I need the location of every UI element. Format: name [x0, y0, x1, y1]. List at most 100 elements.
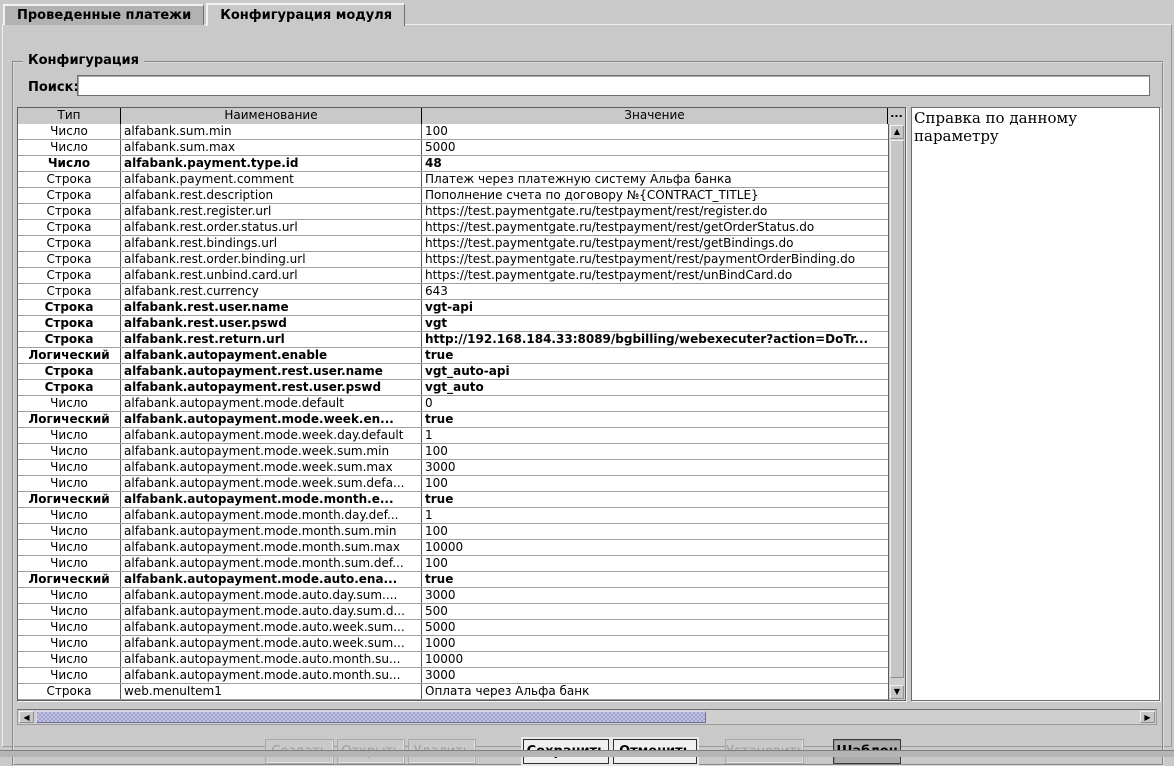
cell-type: Строка — [18, 220, 121, 235]
cell-value: 100 — [422, 124, 888, 139]
table-row[interactable]: Строкаalfabank.rest.return.urlhttp://192… — [18, 332, 888, 348]
cell-name: alfabank.autopayment.mode.week.sum.min — [121, 444, 422, 459]
cell-value: https://test.paymentgate.ru/testpayment/… — [422, 252, 888, 267]
cell-type: Число — [18, 668, 121, 683]
table-row[interactable]: Числоalfabank.autopayment.mode.week.sum.… — [18, 460, 888, 476]
table-row[interactable]: Числоalfabank.autopayment.mode.month.sum… — [18, 556, 888, 572]
table-row[interactable]: Логическийalfabank.autopayment.mode.week… — [18, 412, 888, 428]
cell-type: Число — [18, 636, 121, 651]
table-row[interactable]: Числоalfabank.autopayment.mode.week.sum.… — [18, 444, 888, 460]
cell-type: Строка — [18, 252, 121, 267]
vertical-scrollbar[interactable]: ▲ ▼ — [888, 124, 905, 700]
scroll-right-icon[interactable]: ▶ — [1140, 711, 1155, 723]
cell-name: alfabank.autopayment.enable — [121, 348, 422, 363]
table-row[interactable]: Строкаalfabank.rest.order.binding.urlhtt… — [18, 252, 888, 268]
cell-value: 643 — [422, 284, 888, 299]
table-row[interactable]: Логическийalfabank.autopayment.enabletru… — [18, 348, 888, 364]
table-row[interactable]: Строкаalfabank.rest.register.urlhttps://… — [18, 204, 888, 220]
table-row[interactable]: Строкаalfabank.rest.descriptionПополнени… — [18, 188, 888, 204]
table-row[interactable]: Строкаalfabank.autopayment.rest.user.nam… — [18, 364, 888, 380]
cell-value: http://192.168.184.33:8089/bgbilling/web… — [422, 332, 888, 347]
cell-type: Число — [18, 156, 121, 171]
cell-value: true — [422, 572, 888, 587]
table-row[interactable]: Строкаalfabank.rest.order.status.urlhttp… — [18, 220, 888, 236]
table-row[interactable]: Строкаalfabank.rest.bindings.urlhttps://… — [18, 236, 888, 252]
scroll-up-icon[interactable]: ▲ — [890, 125, 904, 139]
cell-name: alfabank.autopayment.mode.week.day.defau… — [121, 428, 422, 443]
table-row[interactable]: Числоalfabank.autopayment.mode.month.sum… — [18, 540, 888, 556]
cell-value: Оплата через Альфа банк — [422, 684, 888, 699]
table-row[interactable]: Строкаalfabank.rest.user.pswdvgt — [18, 316, 888, 332]
cell-type: Строка — [18, 300, 121, 315]
cell-value: Пополнение счета по договору №{CONTRACT_… — [422, 188, 888, 203]
cell-type: Число — [18, 476, 121, 491]
table-row[interactable]: Строкаalfabank.rest.currency643 — [18, 284, 888, 300]
cell-name: alfabank.autopayment.mode.month.day.def.… — [121, 508, 422, 523]
cell-value: vgt-api — [422, 300, 888, 315]
table-row[interactable]: Строкаalfabank.rest.user.namevgt-api — [18, 300, 888, 316]
table-row[interactable]: Числоalfabank.autopayment.mode.month.day… — [18, 508, 888, 524]
cell-name: alfabank.rest.order.status.url — [121, 220, 422, 235]
cell-value: 5000 — [422, 140, 888, 155]
table-row[interactable]: Числоalfabank.autopayment.mode.week.day.… — [18, 428, 888, 444]
cell-value: 1 — [422, 428, 888, 443]
table-row[interactable]: Числоalfabank.sum.max5000 — [18, 140, 888, 156]
cell-value: vgt_auto-api — [422, 364, 888, 379]
tab-completed-payments[interactable]: Проведенные платежи — [3, 4, 204, 25]
table-row[interactable]: Строкаalfabank.autopayment.rest.user.psw… — [18, 380, 888, 396]
cell-name: alfabank.rest.bindings.url — [121, 236, 422, 251]
cell-name: alfabank.autopayment.mode.week.sum.defa.… — [121, 476, 422, 491]
cell-type: Логический — [18, 412, 121, 427]
cell-name: alfabank.sum.max — [121, 140, 422, 155]
cell-value: true — [422, 492, 888, 507]
cell-value: true — [422, 412, 888, 427]
table-row[interactable]: Числоalfabank.autopayment.mode.auto.mont… — [18, 668, 888, 684]
cell-type: Строка — [18, 204, 121, 219]
table-row[interactable]: Числоalfabank.autopayment.mode.auto.week… — [18, 620, 888, 636]
cell-name: alfabank.rest.description — [121, 188, 422, 203]
table-row[interactable]: Строкаweb.menuItem1Оплата через Альфа ба… — [18, 684, 888, 700]
cell-name: alfabank.autopayment.mode.auto.day.sum..… — [121, 588, 422, 603]
tab-module-configuration[interactable]: Конфигурация модуля — [206, 3, 405, 26]
search-input[interactable] — [77, 75, 1150, 96]
column-header-value[interactable]: Значение — [422, 108, 888, 124]
scroll-down-icon[interactable]: ▼ — [890, 685, 904, 699]
table-row[interactable]: Числоalfabank.autopayment.mode.auto.mont… — [18, 652, 888, 668]
cell-value: Платеж через платежную систему Альфа бан… — [422, 172, 888, 187]
cell-name: alfabank.autopayment.mode.auto.month.su.… — [121, 668, 422, 683]
table-row[interactable]: Числоalfabank.autopayment.mode.auto.day.… — [18, 604, 888, 620]
cell-value: 10000 — [422, 652, 888, 667]
cell-type: Строка — [18, 236, 121, 251]
cell-type: Строка — [18, 268, 121, 283]
horizontal-scroll-thumb[interactable] — [36, 711, 706, 723]
vertical-scroll-thumb[interactable] — [890, 140, 904, 678]
column-header-name[interactable]: Наименование — [121, 108, 422, 124]
table-row[interactable]: Логическийalfabank.autopayment.mode.auto… — [18, 572, 888, 588]
table-row[interactable]: Числоalfabank.autopayment.mode.month.sum… — [18, 524, 888, 540]
cell-name: alfabank.autopayment.mode.month.sum.def.… — [121, 556, 422, 571]
table-row[interactable]: Числоalfabank.autopayment.mode.auto.day.… — [18, 588, 888, 604]
help-panel: Справка по данному параметру — [911, 107, 1160, 701]
horizontal-scrollbar[interactable]: ◀ ▶ — [17, 709, 1157, 725]
cell-value: 48 — [422, 156, 888, 171]
cell-name: alfabank.payment.type.id — [121, 156, 422, 171]
cell-value: 3000 — [422, 668, 888, 683]
cell-value: 1000 — [422, 636, 888, 651]
table-row[interactable]: Числоalfabank.sum.min100 — [18, 124, 888, 140]
column-chooser-button[interactable]: ... — [888, 108, 905, 124]
search-label: Поиск: — [28, 80, 79, 95]
table-row[interactable]: Числоalfabank.autopayment.mode.auto.week… — [18, 636, 888, 652]
table-row[interactable]: Строкаalfabank.rest.unbind.card.urlhttps… — [18, 268, 888, 284]
table-row[interactable]: Строкаalfabank.payment.commentПлатеж чер… — [18, 172, 888, 188]
table-row[interactable]: Числоalfabank.payment.type.id48 — [18, 156, 888, 172]
cell-name: alfabank.rest.register.url — [121, 204, 422, 219]
column-header-type[interactable]: Тип — [18, 108, 121, 124]
cell-name: web.menuItem1 — [121, 684, 422, 699]
cell-name: alfabank.autopayment.mode.auto.month.su.… — [121, 652, 422, 667]
scroll-left-icon[interactable]: ◀ — [19, 711, 34, 723]
table-row[interactable]: Логическийalfabank.autopayment.mode.mont… — [18, 492, 888, 508]
cell-type: Число — [18, 124, 121, 139]
table-row[interactable]: Числоalfabank.autopayment.mode.week.sum.… — [18, 476, 888, 492]
cell-value: https://test.paymentgate.ru/testpayment/… — [422, 220, 888, 235]
table-row[interactable]: Числоalfabank.autopayment.mode.default0 — [18, 396, 888, 412]
